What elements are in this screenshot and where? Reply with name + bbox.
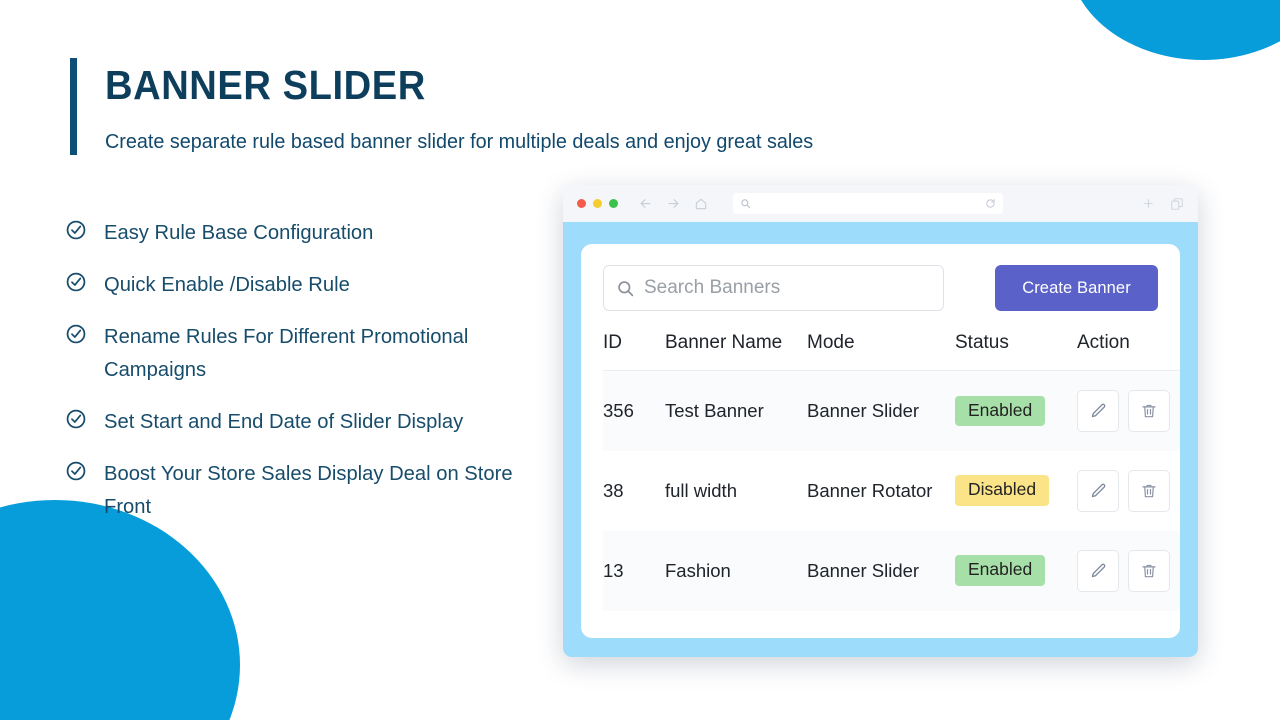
table-row: 38 full width Banner Rotator Disabled [603,451,1180,531]
feature-label: Easy Rule Base Configuration [104,221,374,244]
card-toolbar: Create Banner [603,265,1158,311]
create-banner-button[interactable]: Create Banner [995,265,1158,311]
copy-tabs-icon[interactable] [1170,197,1184,211]
cell-mode: Banner Slider [807,370,955,451]
table-row: 13 Fashion Banner Slider Enabled [603,530,1180,611]
cell-status: Disabled [955,451,1077,531]
cell-banner-name: Test Banner [665,370,807,451]
decorative-blob-bottom-left [0,500,240,720]
browser-viewport: Create Banner ID Banner Name Mode Status… [563,222,1198,657]
plus-icon[interactable] [1142,197,1155,210]
banners-table: ID Banner Name Mode Status Action 356 Te… [603,332,1180,611]
cell-banner-name: Fashion [665,530,807,611]
status-badge: Disabled [955,475,1050,506]
edit-banner-button[interactable] [1077,469,1119,512]
decorative-blob-top-right [1068,0,1280,60]
accent-bar [70,58,77,155]
edit-banner-button[interactable] [1077,389,1119,432]
column-header-mode: Mode [807,332,955,371]
hero-heading-group: BANNER SLIDER Create separate rule based… [70,58,839,155]
search-icon [740,198,751,209]
check-circle-icon [65,271,87,293]
pencil-icon [1089,402,1107,420]
maximize-window-button[interactable] [609,199,618,208]
minimize-window-button[interactable] [593,199,602,208]
pencil-icon [1089,562,1107,580]
feature-item: Quick Enable /Disable Rule [65,268,545,301]
page-subtitle: Create separate rule based banner slider… [105,130,814,153]
page-title: BANNER SLIDER [105,62,426,108]
cell-action [1077,451,1180,531]
feature-item: Set Start and End Date of Slider Display [65,405,545,438]
banner-manager-card: Create Banner ID Banner Name Mode Status… [581,244,1180,638]
feature-label: Quick Enable /Disable Rule [104,273,350,296]
column-header-id: ID [603,332,665,371]
edit-banner-button[interactable] [1077,549,1119,592]
delete-banner-button[interactable] [1128,389,1170,432]
trash-icon [1140,482,1158,500]
browser-toolbar [563,185,1198,222]
column-header-status: Status [955,332,1077,371]
cell-mode: Banner Slider [807,530,955,611]
check-circle-icon [65,219,87,241]
feature-label: Boost Your Store Sales Display Deal on S… [104,462,513,518]
cell-id: 38 [603,479,624,501]
status-badge: Enabled [955,555,1046,586]
trash-icon [1140,402,1158,420]
cell-status: Enabled [955,370,1077,451]
cell-action [1077,370,1180,451]
back-arrow-icon[interactable] [638,196,653,211]
column-header-action: Action [1077,332,1180,371]
column-header-name: Banner Name [665,332,807,371]
check-circle-icon [65,408,87,430]
search-icon [616,279,644,298]
feature-list: Easy Rule Base Configuration Quick Enabl… [65,216,545,523]
cell-banner-name: full width [665,479,737,501]
search-banners-field[interactable] [603,265,944,311]
cell-action [1077,530,1180,611]
trash-icon [1140,562,1158,580]
cell-id: 356 [603,370,665,451]
reload-icon[interactable] [985,198,996,209]
feature-item: Easy Rule Base Configuration [65,216,545,249]
cell-id: 13 [603,530,665,611]
feature-item: Boost Your Store Sales Display Deal on S… [65,457,545,523]
home-icon[interactable] [694,197,708,211]
feature-item: Rename Rules For Different Promotional C… [65,320,545,386]
cell-status: Enabled [955,530,1077,611]
delete-banner-button[interactable] [1128,549,1170,592]
delete-banner-button[interactable] [1128,469,1170,512]
window-controls[interactable] [577,199,618,208]
browser-window: Create Banner ID Banner Name Mode Status… [563,185,1198,657]
feature-label: Rename Rules For Different Promotional C… [104,325,469,381]
check-circle-icon [65,460,87,482]
search-input[interactable] [644,277,931,299]
forward-arrow-icon[interactable] [666,196,681,211]
feature-label: Set Start and End Date of Slider Display [104,410,464,433]
pencil-icon [1089,482,1107,500]
table-row: 356 Test Banner Banner Slider Enabled [603,370,1180,451]
cell-mode: Banner Rotator [807,479,933,501]
close-window-button[interactable] [577,199,586,208]
check-circle-icon [65,323,87,345]
slide-canvas: BANNER SLIDER Create separate rule based… [0,0,1280,720]
table-header-row: ID Banner Name Mode Status Action [603,332,1180,371]
status-badge: Enabled [955,395,1046,426]
url-bar[interactable] [733,193,1003,214]
